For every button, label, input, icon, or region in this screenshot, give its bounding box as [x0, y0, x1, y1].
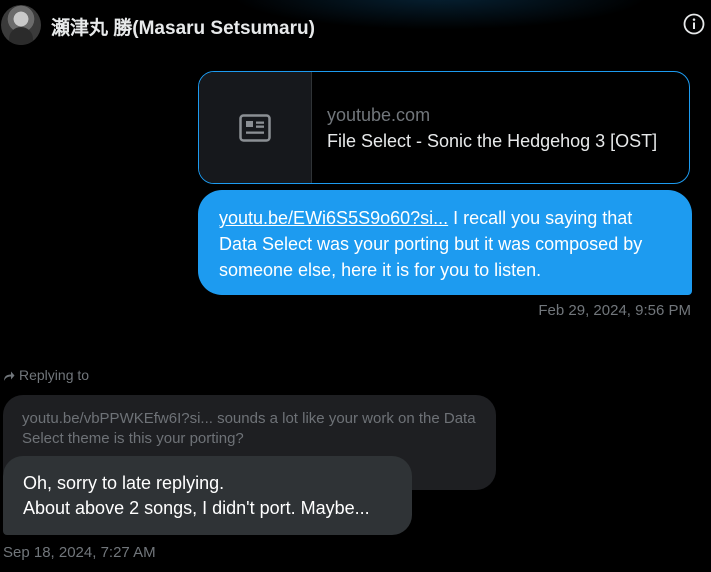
sent-message-bubble: youtu.be/EWi6S5S9o60?si... I recall you … — [198, 190, 692, 295]
link-card-title: File Select - Sonic the Hedgehog 3 [OST] — [327, 131, 658, 151]
received-message-line: About above 2 songs, I didn't port. Mayb… — [23, 498, 370, 518]
article-icon — [239, 114, 271, 142]
link-card-domain: youtube.com — [327, 105, 431, 125]
conversation-header: 瀬津丸 勝(Masaru Setsumaru) — [0, 0, 711, 52]
conversation-title[interactable]: 瀬津丸 勝(Masaru Setsumaru) — [51, 13, 315, 40]
info-icon[interactable] — [683, 13, 705, 35]
replying-to-label: Replying to — [3, 367, 89, 383]
link-card-thumbnail — [199, 72, 312, 183]
user-avatar[interactable] — [1, 5, 41, 45]
sent-message-timestamp: Feb 29, 2024, 9:56 PM — [538, 302, 691, 319]
reply-arrow-icon — [4, 371, 15, 381]
message-link[interactable]: youtu.be/EWi6S5S9o60?si... — [219, 208, 448, 228]
replying-to-text: Replying to — [19, 367, 90, 383]
link-preview-card[interactable]: youtube.com File Select - Sonic the Hedg… — [198, 71, 690, 184]
received-message-bubble: Oh, sorry to late replying. About above … — [3, 456, 412, 535]
received-message-timestamp: Sep 18, 2024, 7:27 AM — [3, 544, 156, 561]
received-message-line: Oh, sorry to late replying. — [23, 473, 225, 493]
